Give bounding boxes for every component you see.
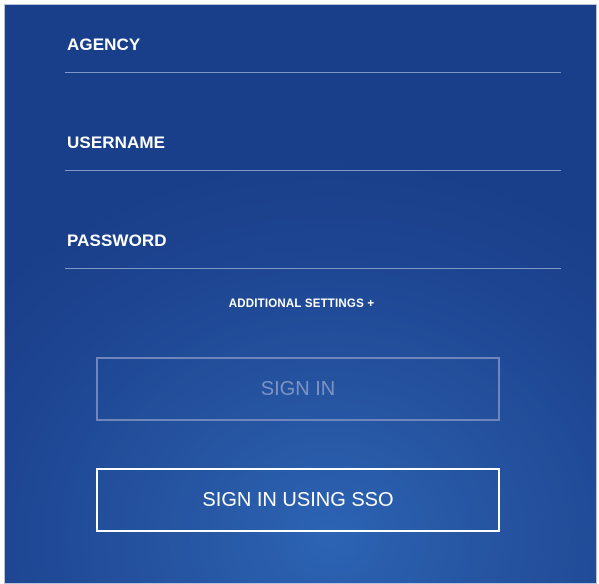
agency-input[interactable] xyxy=(65,59,561,73)
agency-underline xyxy=(65,72,561,73)
password-field[interactable]: PASSWORD xyxy=(65,201,561,273)
username-label: USERNAME xyxy=(67,133,166,152)
username-input[interactable] xyxy=(65,157,561,171)
agency-label: AGENCY xyxy=(67,35,141,54)
password-underline xyxy=(65,268,561,269)
password-label: PASSWORD xyxy=(67,231,167,250)
additional-settings-link[interactable]: ADDITIONAL SETTINGS + xyxy=(5,298,598,310)
login-panel: AGENCY USERNAME PASSWORD ADDITIONAL SETT… xyxy=(4,4,597,584)
sign-in-button[interactable]: SIGN IN xyxy=(96,357,500,421)
username-underline xyxy=(65,170,561,171)
username-field[interactable]: USERNAME xyxy=(65,103,561,175)
password-input[interactable] xyxy=(65,255,561,269)
agency-field[interactable]: AGENCY xyxy=(65,5,561,77)
sign-in-sso-button[interactable]: SIGN IN USING SSO xyxy=(96,468,500,532)
